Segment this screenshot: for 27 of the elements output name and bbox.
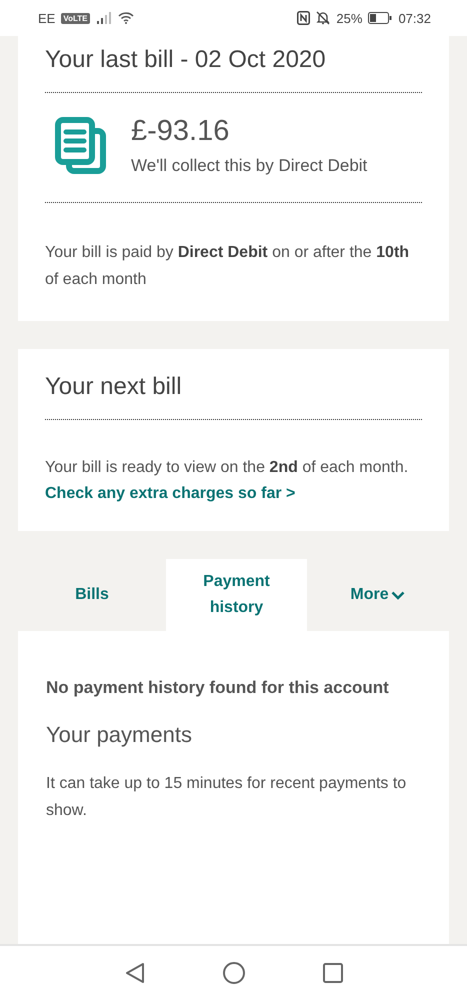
payment-note: We'll collect this by Direct Debit bbox=[131, 156, 368, 176]
clock-time: 07:32 bbox=[398, 10, 431, 26]
volte-indicator: VoLTE bbox=[61, 12, 90, 24]
signal-icon bbox=[96, 12, 112, 24]
payments-info: It can take up to 15 minutes for recent payments to show. bbox=[46, 774, 408, 821]
extra-charges-link[interactable]: Check any extra charges so far > bbox=[45, 485, 422, 503]
back-icon[interactable] bbox=[124, 962, 144, 984]
bell-off-icon bbox=[316, 11, 330, 25]
nfc-icon bbox=[297, 11, 310, 25]
tab[interactable]: More bbox=[307, 559, 448, 631]
bill-amount: £-93.16 bbox=[131, 115, 230, 148]
tab[interactable]: Bills bbox=[18, 559, 166, 631]
bill-info: Your bill is paid by Direct Debit on or after the 10th of each month bbox=[45, 243, 410, 290]
tab[interactable]: Payment history bbox=[166, 559, 307, 631]
battery-percentage: 25% bbox=[336, 10, 362, 26]
chevron-down-icon bbox=[390, 590, 405, 600]
carrier-name: EE bbox=[38, 10, 56, 26]
recent-apps-icon[interactable] bbox=[322, 962, 342, 982]
next-bill-info: Your bill is ready to view on the 2nd of each month. bbox=[45, 458, 410, 478]
empty-message: No payment history found for this account bbox=[46, 677, 390, 699]
documents-icon bbox=[55, 116, 107, 174]
battery-icon bbox=[368, 12, 392, 24]
card-title: Your last bill - 02 Oct 2020 bbox=[45, 36, 422, 93]
wifi-icon bbox=[118, 12, 134, 24]
section-heading: Your payments bbox=[46, 722, 193, 748]
home-icon[interactable] bbox=[222, 962, 244, 984]
card-title: Your next bill bbox=[45, 349, 422, 420]
